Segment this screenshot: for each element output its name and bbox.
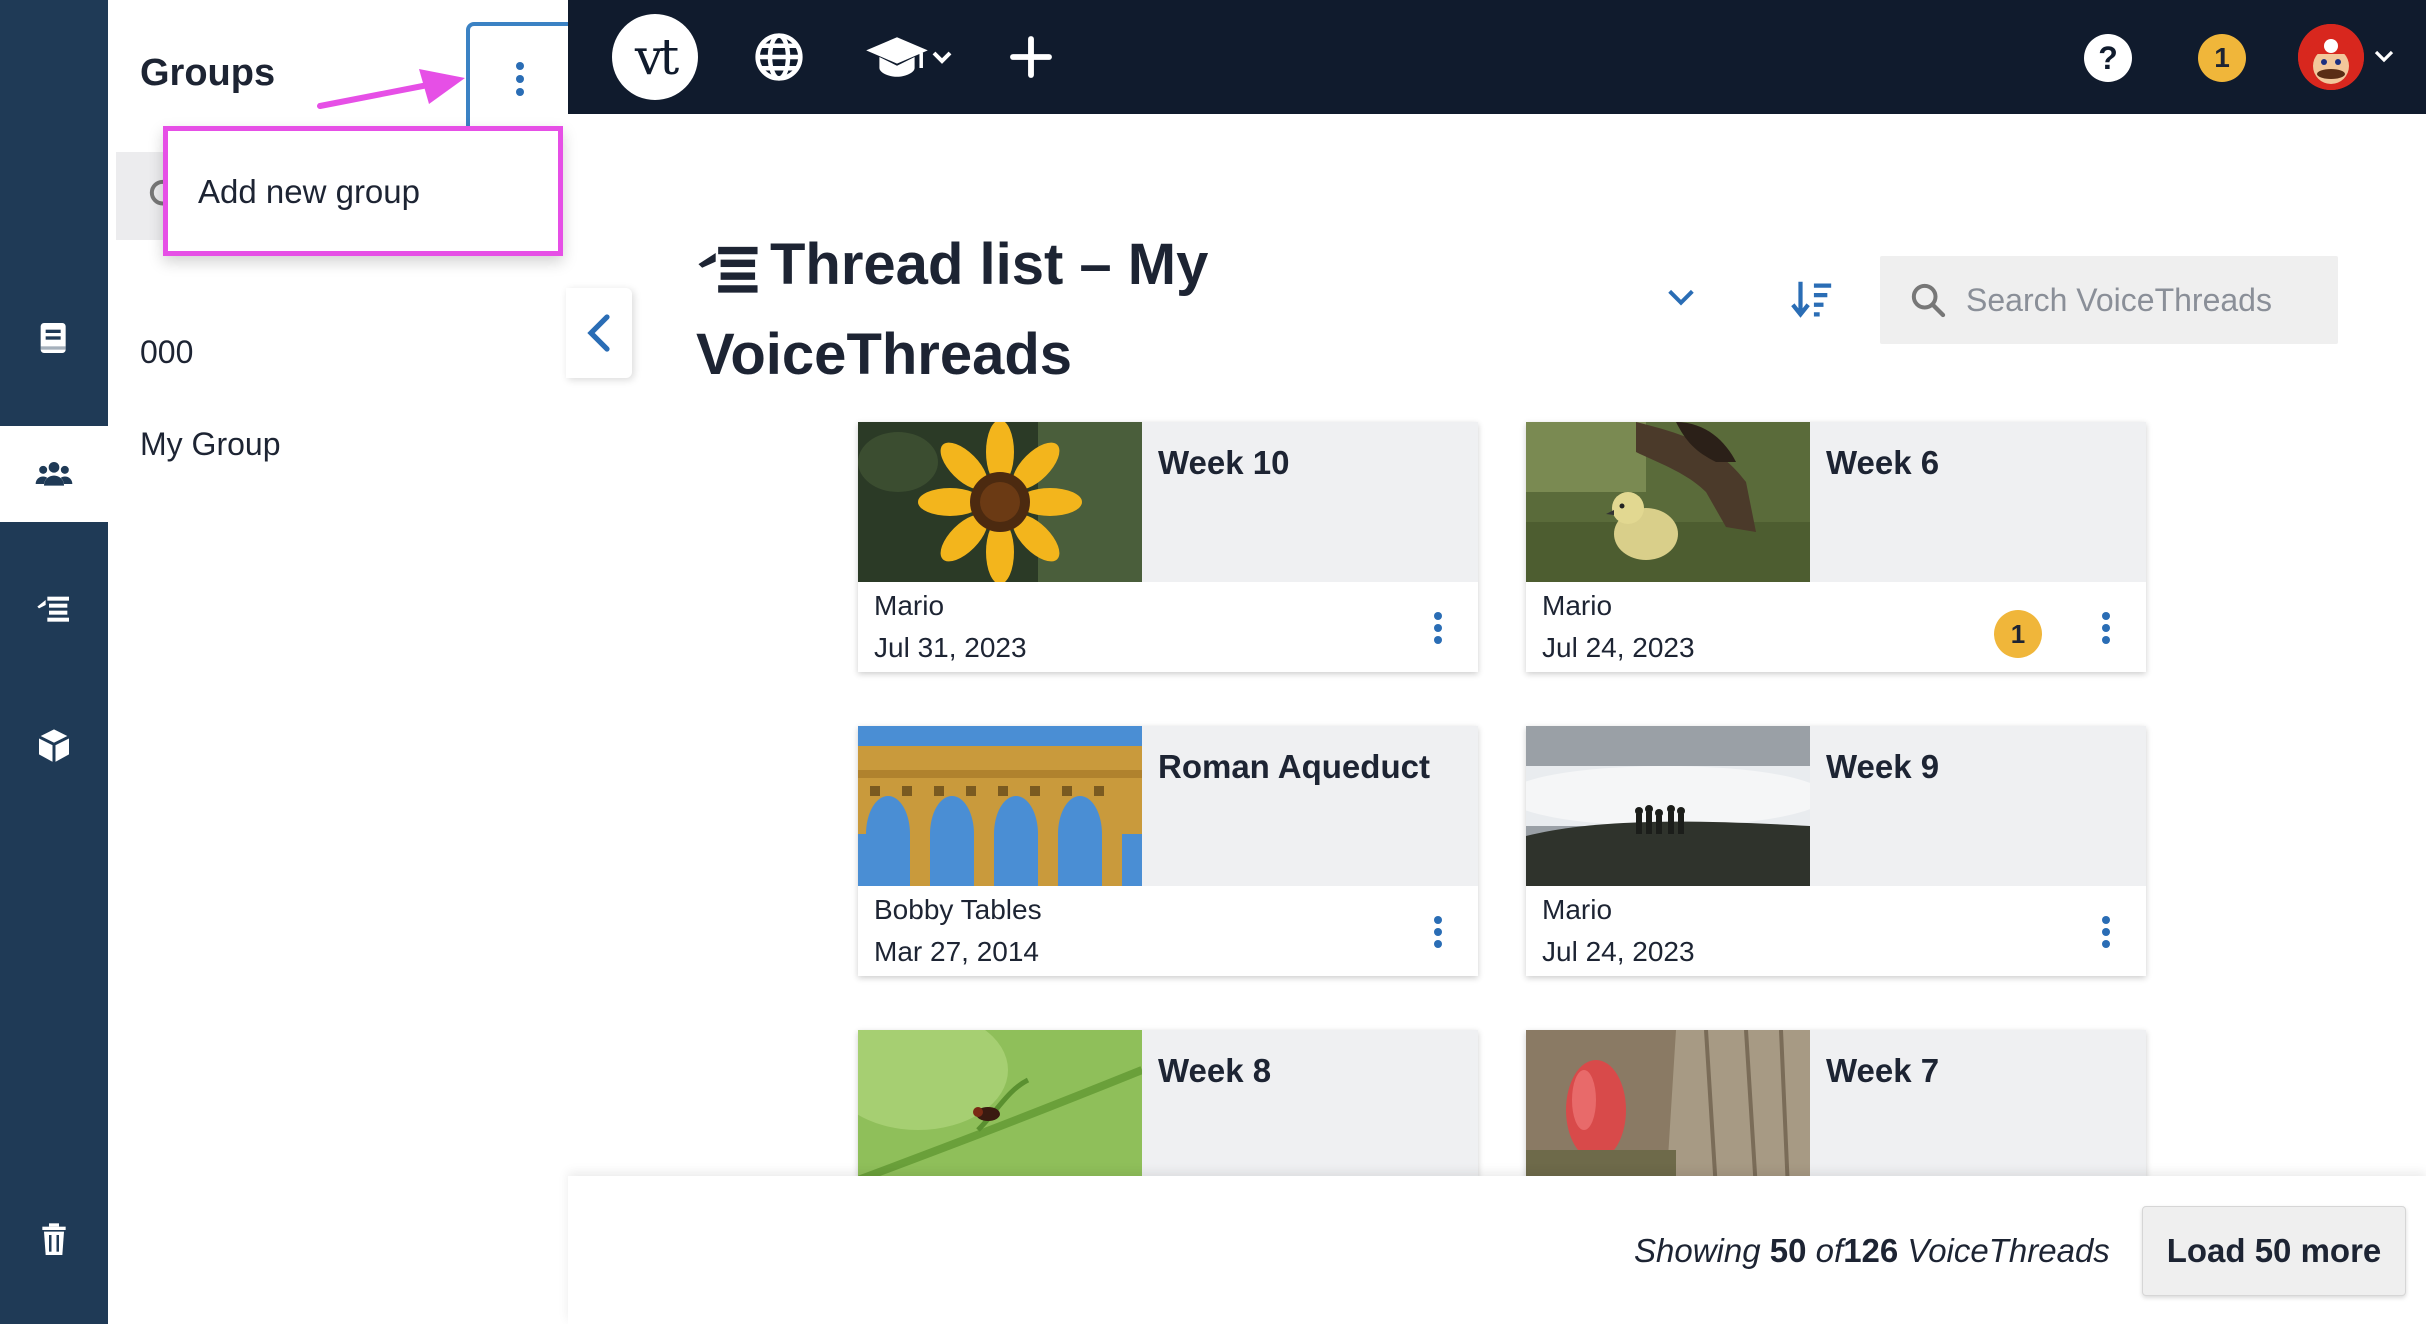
browse-button[interactable] (752, 30, 806, 84)
thread-title-area: Week 7 (1810, 1030, 2146, 1190)
threads-icon (37, 596, 69, 622)
chevron-down-icon (1668, 289, 1694, 306)
list-footer: Showing 50 of126 VoiceThreads Load 50 mo… (568, 1176, 2426, 1324)
load-more-button[interactable]: Load 50 more (2142, 1206, 2406, 1296)
rail-item-trash[interactable] (0, 1192, 108, 1288)
rail-item-threads[interactable] (0, 562, 108, 658)
plus-icon (1010, 36, 1052, 78)
thread-title: Week 8 (1158, 1052, 1272, 1089)
search-icon (1911, 283, 1946, 318)
thread-menu-button[interactable] (2102, 608, 2110, 648)
thread-title: Week 7 (1826, 1052, 1940, 1089)
thread-menu-button[interactable] (2102, 912, 2110, 952)
rail-item-groups[interactable] (0, 426, 108, 522)
groups-icon (35, 462, 73, 486)
search-input[interactable] (1966, 256, 2326, 344)
thread-card[interactable]: Week 6 Mario Jul 24, 2023 1 (1526, 422, 2146, 672)
globe-icon (755, 33, 803, 81)
collapse-panel-button[interactable] (566, 288, 632, 378)
sort-button[interactable] (1788, 276, 1836, 327)
groups-title: Groups (140, 52, 276, 94)
thread-date: Mar 27, 2014 (874, 936, 1039, 967)
rail-item-cube[interactable] (0, 698, 108, 794)
help-icon[interactable]: ? (2084, 34, 2132, 82)
top-bar: vt ? 1 (568, 0, 2426, 114)
thread-title-area: Week 10 (1142, 422, 1478, 582)
notification-badge[interactable]: 1 (2198, 34, 2246, 82)
thread-thumbnail (858, 1030, 1142, 1190)
voicethread-logo[interactable]: vt (612, 14, 698, 100)
annotation-arrow (317, 69, 465, 109)
thread-author: Bobby Tables (874, 894, 1042, 925)
showing-count-text: Showing 50 of126 VoiceThreads (1634, 1232, 2110, 1270)
chevron-down-icon (932, 51, 952, 64)
thread-thumbnail (858, 726, 1142, 886)
search-box (1880, 256, 2338, 344)
groups-panel: Groups Add new group 000 My Group (108, 0, 570, 1324)
comment-count-badge: 1 (1994, 610, 2042, 658)
view-filter-dropdown[interactable] (1664, 280, 1698, 319)
shown-count: 50 (1769, 1232, 1807, 1269)
thread-date: Jul 24, 2023 (1542, 632, 1695, 663)
kebab-icon (516, 57, 524, 101)
chevron-down-icon[interactable] (2372, 44, 2396, 68)
thread-title: Week 6 (1826, 444, 1940, 481)
group-item[interactable]: My Group (140, 426, 280, 463)
left-rail (0, 0, 108, 1324)
total-count: 126 (1843, 1232, 1899, 1269)
thread-thumbnail (858, 422, 1142, 582)
thread-card[interactable]: Week 10 Mario Jul 31, 2023 (858, 422, 1478, 672)
page-title-text: Thread list – My VoiceThreads (696, 232, 1209, 387)
cube-icon (38, 729, 70, 763)
sort-descending-icon (1791, 281, 1832, 318)
thread-title: Roman Aqueduct (1158, 748, 1430, 785)
chevron-left-icon (587, 314, 610, 352)
avatar[interactable] (2298, 24, 2364, 90)
thread-thumbnail (1526, 422, 1810, 582)
showing-prefix: Showing (1634, 1232, 1761, 1269)
thread-title: Week 9 (1826, 748, 1940, 785)
create-button[interactable] (1004, 30, 1058, 84)
thread-title-area: Roman Aqueduct (1142, 726, 1478, 886)
page-title: Thread list – My VoiceThreads (696, 220, 1256, 400)
thread-title-area: Week 6 (1810, 422, 2146, 582)
threads-icon (698, 246, 758, 293)
groups-dropdown-menu: Add new group (163, 126, 563, 256)
thread-title-area: Week 8 (1142, 1030, 1478, 1190)
showing-suffix: VoiceThreads (1907, 1232, 2110, 1269)
thread-author: Mario (1542, 894, 1613, 925)
trash-icon (42, 1223, 66, 1255)
groups-menu-button[interactable] (466, 22, 570, 132)
thread-title-area: Week 9 (1810, 726, 2146, 886)
thread-thumbnail (1526, 726, 1810, 886)
thread-author: Mario (874, 590, 945, 621)
graduation-cap-icon (866, 37, 928, 77)
thread-date: Jul 24, 2023 (1542, 936, 1695, 967)
thread-thumbnail (1526, 1030, 1810, 1190)
thread-card[interactable]: Week 9 Mario Jul 24, 2023 (1526, 726, 2146, 976)
thread-menu-button[interactable] (1434, 912, 1442, 952)
group-item[interactable]: 000 (140, 334, 193, 371)
add-new-group-menu-item[interactable]: Add new group (198, 173, 420, 211)
thread-title: Week 10 (1158, 444, 1290, 481)
rail-item-content[interactable] (0, 290, 108, 386)
book-icon (40, 323, 66, 353)
user-avatar-icon (2298, 24, 2364, 90)
thread-date: Jul 31, 2023 (874, 632, 1027, 663)
of-label: of (1815, 1232, 1844, 1269)
thread-author: Mario (1542, 590, 1613, 621)
thread-menu-button[interactable] (1434, 608, 1442, 648)
courses-menu-button[interactable] (864, 30, 954, 84)
thread-card[interactable]: Roman Aqueduct Bobby Tables Mar 27, 2014 (858, 726, 1478, 976)
